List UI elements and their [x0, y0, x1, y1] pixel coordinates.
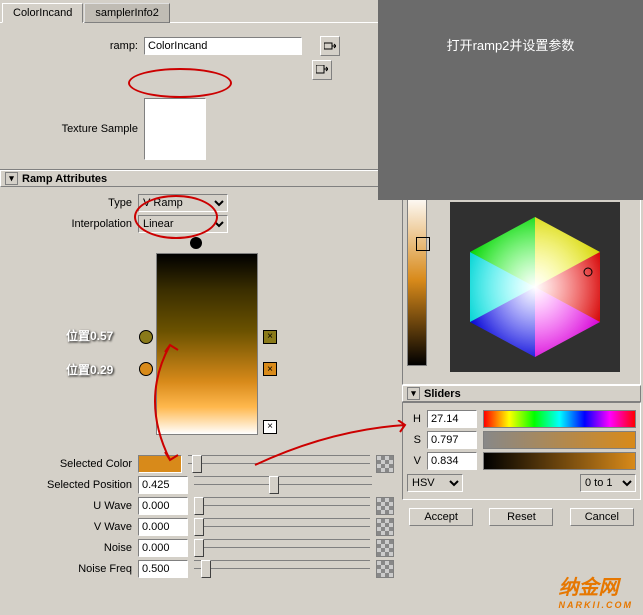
vwave-slider[interactable]	[194, 518, 370, 536]
noisefreq-slider[interactable]	[194, 560, 370, 578]
selected-color-label: Selected Color	[6, 458, 138, 470]
presets-icon-button[interactable]	[312, 60, 332, 80]
cancel-button[interactable]: Cancel	[570, 508, 634, 526]
map-button-uwave[interactable]	[376, 497, 394, 515]
selected-color-slider[interactable]	[188, 455, 370, 473]
vwave-label: V Wave	[6, 521, 138, 533]
map-button-noise[interactable]	[376, 539, 394, 557]
ramp-delete-3[interactable]: ×	[263, 420, 277, 434]
tab-colorincand[interactable]: ColorIncand	[2, 3, 83, 23]
color-hexagon[interactable]	[450, 202, 620, 372]
h-label: H	[407, 413, 427, 425]
texture-sample-swatch	[144, 98, 206, 160]
noisefreq-input[interactable]	[138, 560, 188, 578]
sliders-header[interactable]: ▾ Sliders	[402, 385, 641, 402]
uwave-slider[interactable]	[194, 497, 370, 515]
noise-input[interactable]	[138, 539, 188, 557]
uwave-input[interactable]	[138, 497, 188, 515]
ramp-delete-top[interactable]	[416, 237, 430, 251]
interpolation-select[interactable]: Linear	[138, 215, 228, 233]
ramp-delete-2[interactable]: ×	[263, 362, 277, 376]
ramp-handle-2[interactable]	[139, 362, 153, 376]
ramp-delete-1[interactable]: ×	[263, 330, 277, 344]
focus-icon	[324, 41, 336, 51]
annotation-instruction: 打开ramp2并设置参数	[378, 0, 643, 200]
accept-button[interactable]: Accept	[409, 508, 473, 526]
map-button-selcolor[interactable]	[376, 455, 394, 473]
ramp-label: ramp:	[6, 40, 144, 52]
annotation-pos1: 位置0.57	[66, 327, 113, 344]
collapse-icon[interactable]: ▾	[407, 387, 420, 400]
ramp-attributes-title: Ramp Attributes	[22, 173, 107, 185]
color-wheel[interactable]	[450, 202, 620, 372]
noise-slider[interactable]	[194, 539, 370, 557]
watermark-logo: 纳金网 NARKII.COM	[559, 571, 634, 610]
v-slider[interactable]	[483, 452, 636, 470]
collapse-icon[interactable]: ▾	[5, 172, 18, 185]
vwave-input[interactable]	[138, 518, 188, 536]
reset-button[interactable]: Reset	[489, 508, 553, 526]
interpolation-label: Interpolation	[6, 218, 138, 230]
h-slider[interactable]	[483, 410, 636, 428]
sliders-title: Sliders	[424, 388, 461, 400]
ramp-handle-1[interactable]	[139, 330, 153, 344]
range-select[interactable]: 0 to 1	[580, 474, 636, 492]
selected-color-swatch[interactable]	[138, 455, 182, 473]
h-input[interactable]	[427, 410, 477, 428]
ramp-name-input[interactable]	[144, 37, 302, 55]
selected-position-label: Selected Position	[6, 479, 138, 491]
noisefreq-label: Noise Freq	[6, 563, 138, 575]
texture-sample-label: Texture Sample	[6, 123, 144, 135]
s-slider[interactable]	[483, 431, 636, 449]
color-mode-select[interactable]: HSV	[407, 474, 463, 492]
v-input[interactable]	[427, 452, 477, 470]
type-select[interactable]: V Ramp	[138, 194, 228, 212]
v-label: V	[407, 455, 427, 467]
map-button-vwave[interactable]	[376, 518, 394, 536]
selected-position-slider[interactable]	[194, 476, 372, 494]
type-label: Type	[6, 197, 138, 209]
ramp-attributes-header[interactable]: ▾ Ramp Attributes	[0, 170, 400, 187]
ramp-gradient-preview[interactable]: × × ×	[156, 253, 258, 435]
value-strip[interactable]	[407, 194, 427, 366]
s-label: S	[407, 434, 427, 446]
s-input[interactable]	[427, 431, 477, 449]
ramp-handle-top[interactable]	[190, 237, 202, 249]
noise-label: Noise	[6, 542, 138, 554]
map-button-noisefreq[interactable]	[376, 560, 394, 578]
focus-icon-button[interactable]	[320, 36, 340, 56]
presets-icon	[316, 65, 328, 75]
selected-position-input[interactable]	[138, 476, 188, 494]
tab-samplerinfo2[interactable]: samplerInfo2	[84, 3, 170, 23]
uwave-label: U Wave	[6, 500, 138, 512]
annotation-pos2: 位置0.29	[66, 361, 113, 378]
